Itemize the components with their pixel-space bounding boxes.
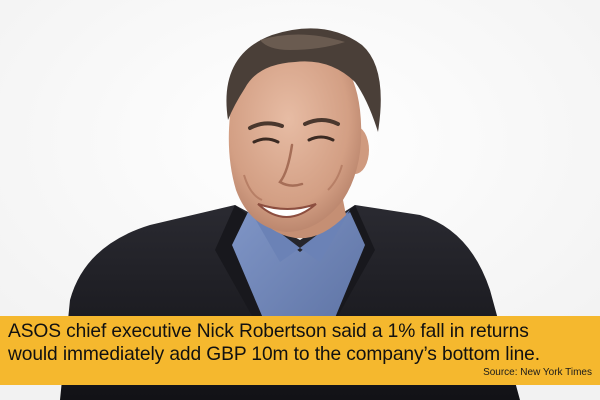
image-stage: ASOS chief executive Nick Robertson said… [0,0,600,400]
caption-quote-line-2: would immediately add GBP 10m to the com… [8,344,540,365]
caption-quote: ASOS chief executive Nick Robertson said… [8,320,592,366]
caption-quote-line-1: ASOS chief executive Nick Robertson said… [8,321,529,342]
caption-bar: ASOS chief executive Nick Robertson said… [0,316,600,385]
caption-source: Source: New York Times [483,367,592,378]
